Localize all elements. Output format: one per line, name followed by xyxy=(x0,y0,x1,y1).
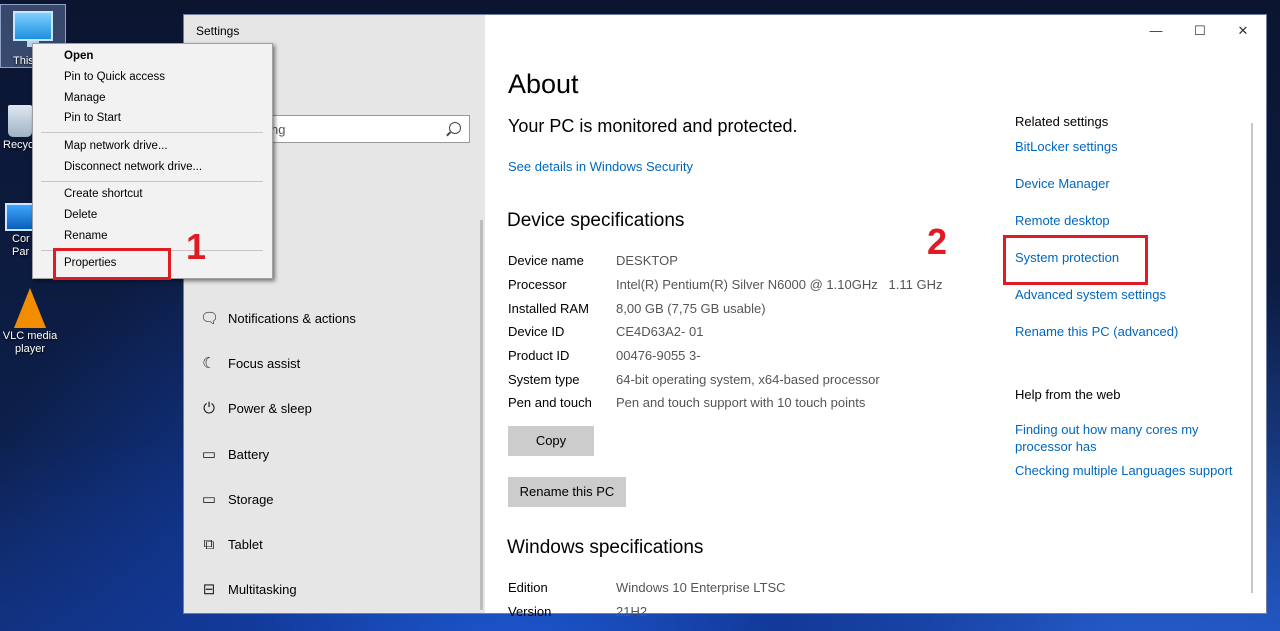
recycle-bin-icon xyxy=(8,105,32,137)
menu-item-manage[interactable]: Manage xyxy=(64,92,106,104)
menu-item-pin-quick-access[interactable]: Pin to Quick access xyxy=(64,71,165,83)
spec-value: DESKTOP xyxy=(616,253,678,268)
spec-label: System type xyxy=(508,372,580,387)
sidebar-item-multitasking[interactable]: ⊟ Multitasking xyxy=(184,571,485,611)
spec-value: 64-bit operating system, x64-based proce… xyxy=(616,372,880,387)
sidebar-item-storage[interactable]: ▭ Storage xyxy=(184,481,485,521)
search-icon xyxy=(449,122,461,134)
moon-icon: ☾ xyxy=(202,355,216,372)
maximize-button[interactable]: ☐ xyxy=(1193,24,1207,38)
notification-icon: 🗨 xyxy=(200,310,220,327)
menu-item-create-shortcut[interactable]: Create shortcut xyxy=(64,188,143,200)
menu-item-disconnect-drive[interactable]: Disconnect network drive... xyxy=(64,161,202,173)
search-placeholder: ng xyxy=(271,122,286,137)
menu-separator xyxy=(41,132,263,133)
system-protection-highlight-box xyxy=(1003,235,1148,285)
spec-label: Product ID xyxy=(508,348,570,363)
rename-pc-advanced-link[interactable]: Rename this PC (advanced) xyxy=(1015,324,1178,339)
vlc-desktop-icon[interactable]: VLC media player xyxy=(0,288,60,356)
spec-label: Version xyxy=(508,604,552,619)
sidebar-item-power-sleep[interactable]: ⏻ Power & sleep xyxy=(184,390,485,430)
sidebar-item-label: Battery xyxy=(228,447,270,462)
languages-help-link[interactable]: Checking multiple Languages support xyxy=(1015,463,1233,478)
menu-item-rename[interactable]: Rename xyxy=(64,230,107,242)
vlc-label: VLC media player xyxy=(2,330,58,355)
vlc-cone-icon xyxy=(14,288,46,328)
context-menu: Open Pin to Quick access Manage Pin to S… xyxy=(32,43,273,279)
spec-label: Edition xyxy=(508,580,548,595)
sidebar-item-battery[interactable]: ▭ Battery xyxy=(184,436,485,476)
settings-window: Settings ng 🗨 Notifications & actions ☾ … xyxy=(184,15,1266,619)
computer-icon xyxy=(13,11,53,47)
step-2-number: 2 xyxy=(927,221,948,262)
spec-value: CE4D63A2- 01 xyxy=(616,324,704,339)
minimize-button[interactable]: — xyxy=(1149,24,1163,38)
spec-value: Pen and touch support with 10 touch poin… xyxy=(616,395,866,410)
sidebar-item-label: Power & sleep xyxy=(228,401,312,416)
related-settings-heading: Related settings xyxy=(1015,114,1109,129)
menu-item-pin-start[interactable]: Pin to Start xyxy=(64,112,121,124)
spec-value: Windows 10 Enterprise LTSC xyxy=(616,580,786,595)
about-page: — ☐ ✕ About Your PC is monitored and pro… xyxy=(485,15,1266,619)
page-title: About xyxy=(508,69,579,99)
sidebar-scrollbar[interactable] xyxy=(480,220,483,610)
sidebar-item-label: Multitasking xyxy=(228,582,297,597)
windows-specs-heading: Windows specifications xyxy=(507,537,704,558)
storage-icon: ▭ xyxy=(201,491,217,508)
spec-value: 21H2 xyxy=(616,604,648,619)
device-manager-link[interactable]: Device Manager xyxy=(1015,176,1110,191)
window-title: Settings xyxy=(196,24,240,38)
this-pc-label: This xyxy=(13,55,34,67)
control-panel-icon xyxy=(5,203,35,231)
sidebar-item-label: Storage xyxy=(228,492,274,507)
sidebar-item-notifications[interactable]: 🗨 Notifications & actions xyxy=(184,300,485,340)
spec-label: Device ID xyxy=(508,324,565,339)
spec-label: Device name xyxy=(508,253,584,268)
menu-separator xyxy=(41,181,263,182)
help-heading: Help from the web xyxy=(1015,387,1121,402)
sidebar-item-tablet[interactable]: ⧉ Tablet xyxy=(184,526,485,566)
spec-value: Intel(R) Pentium(R) Silver N6000 @ 1.10G… xyxy=(616,277,943,292)
spec-value: 8,00 GB (7,75 GB usable) xyxy=(616,301,766,316)
device-specs-heading: Device specifications xyxy=(507,210,685,231)
main-scrollbar[interactable] xyxy=(1251,123,1253,593)
step-1-number: 1 xyxy=(186,226,207,267)
properties-highlight-box xyxy=(53,248,171,280)
close-button[interactable]: ✕ xyxy=(1236,24,1250,38)
menu-item-open[interactable]: Open xyxy=(64,50,93,62)
bitlocker-settings-link[interactable]: BitLocker settings xyxy=(1015,139,1118,154)
windows-security-link[interactable]: See details in Windows Security xyxy=(508,159,693,174)
spec-label: Installed RAM xyxy=(508,301,589,316)
cores-help-link[interactable]: Finding out how many cores my processor … xyxy=(1015,421,1225,455)
battery-icon: ▭ xyxy=(201,446,217,463)
sidebar-item-label: Notifications & actions xyxy=(228,311,356,326)
copy-button[interactable]: Copy xyxy=(508,426,594,456)
sidebar-item-focus-assist[interactable]: ☾ Focus assist xyxy=(184,345,485,385)
spec-value: 00476-9055 3- xyxy=(616,348,701,363)
sidebar-item-label: Tablet xyxy=(228,537,263,552)
sidebar-item-label: Focus assist xyxy=(228,356,301,371)
tablet-icon: ⧉ xyxy=(203,536,215,553)
spec-label: Pen and touch xyxy=(508,395,592,410)
menu-item-delete[interactable]: Delete xyxy=(64,209,97,221)
rename-pc-button[interactable]: Rename this PC xyxy=(508,477,626,507)
multitasking-icon: ⊟ xyxy=(202,581,216,598)
protection-status: Your PC is monitored and protected. xyxy=(508,116,798,136)
advanced-system-settings-link[interactable]: Advanced system settings xyxy=(1015,287,1166,302)
remote-desktop-link[interactable]: Remote desktop xyxy=(1015,213,1110,228)
power-icon: ⏻ xyxy=(203,400,215,417)
menu-item-map-drive[interactable]: Map network drive... xyxy=(64,140,168,152)
spec-label: Processor xyxy=(508,277,567,292)
